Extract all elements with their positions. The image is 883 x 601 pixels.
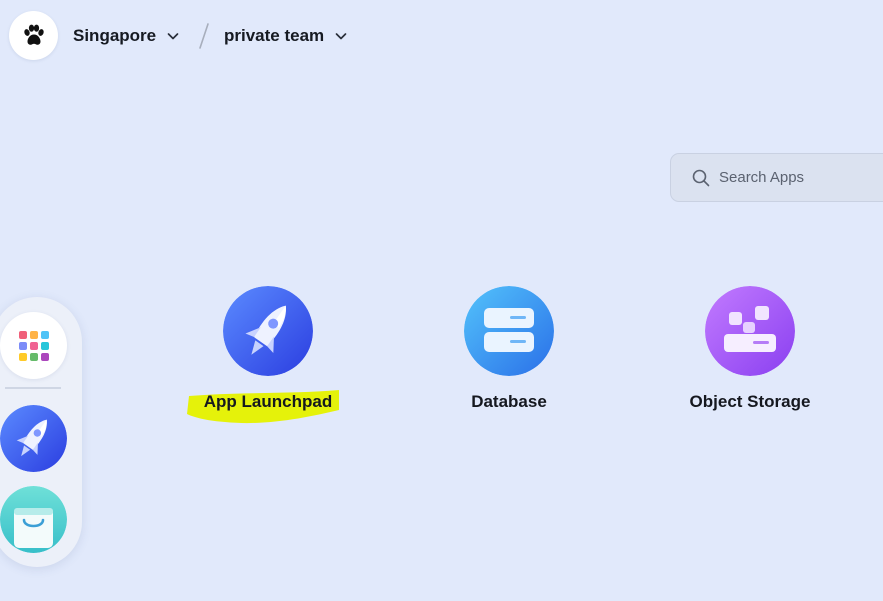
app-tile-database[interactable]: Database: [419, 286, 599, 412]
database-icon: [464, 286, 554, 376]
app-tile-object-storage[interactable]: Object Storage: [660, 286, 840, 412]
rocket-icon: [0, 405, 67, 472]
dock-item-app-launchpad[interactable]: [0, 405, 67, 472]
app-label: App Launchpad: [203, 392, 333, 411]
team-label: private team: [224, 26, 325, 45]
breadcrumb-separator: [199, 23, 209, 49]
team-selector[interactable]: private team: [224, 24, 348, 48]
region-selector[interactable]: Singapore: [73, 24, 180, 48]
dock-item-all-apps[interactable]: [0, 312, 67, 379]
chevron-down-icon: [334, 29, 348, 43]
paw-icon: [23, 24, 44, 45]
rocket-icon: [223, 286, 313, 376]
side-dock: [0, 297, 82, 567]
app-label: Database: [471, 392, 547, 411]
object-storage-icon: [705, 286, 795, 376]
region-label: Singapore: [73, 26, 157, 45]
app-tile-app-launchpad[interactable]: App Launchpad: [178, 286, 358, 412]
app-label: Object Storage: [689, 392, 811, 411]
chevron-down-icon: [166, 29, 180, 43]
app-grid-icon: [18, 330, 49, 361]
search-bar[interactable]: [670, 153, 883, 202]
dock-divider: [5, 387, 61, 389]
dock-item-app-store[interactable]: [0, 486, 67, 553]
logo[interactable]: [9, 11, 58, 60]
search-input[interactable]: [719, 169, 869, 186]
top-bar: Singapore private team: [0, 0, 883, 72]
shopping-bag-icon: [0, 486, 67, 553]
search-icon: [691, 168, 711, 188]
